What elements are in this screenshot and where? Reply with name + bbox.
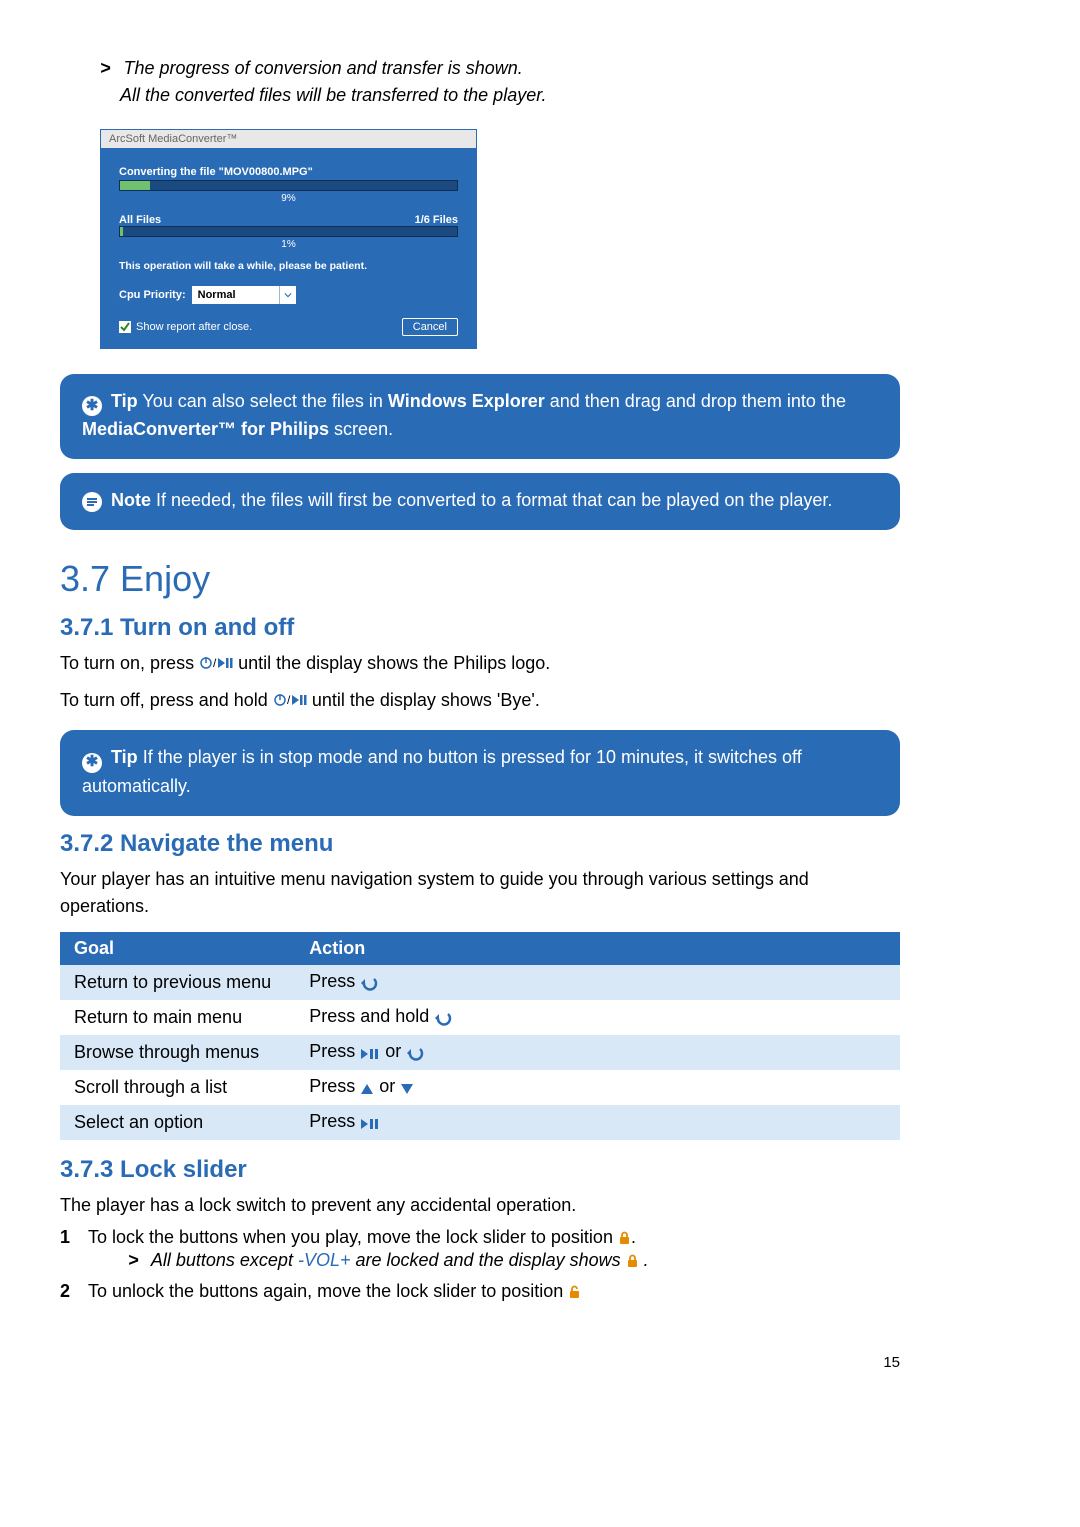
table-row: Scroll through a list Press or — [60, 1070, 900, 1105]
chevron-down-icon — [279, 286, 296, 304]
patience-text: This operation will take a while, please… — [119, 260, 458, 272]
step1-sub-post: are locked and the display shows — [350, 1250, 625, 1270]
section-3-7-title: 3.7 Enjoy — [60, 558, 900, 600]
back-icon — [360, 973, 380, 994]
down-icon — [400, 1078, 414, 1099]
lock-steps: 1 To lock the buttons when you play, mov… — [60, 1227, 900, 1304]
turn-on-post: until the display shows the Philips logo… — [238, 653, 550, 673]
tip1-t1: You can also select the files in — [142, 391, 388, 411]
step1-text: To lock the buttons when you play, move … — [88, 1227, 618, 1247]
tip-callout-2: ✱ Tip If the player is in stop mode and … — [60, 730, 900, 815]
cpu-priority-value: Normal — [198, 289, 236, 301]
action-cell: Press — [295, 965, 900, 1000]
tip1-b2: MediaConverter™ for Philips — [82, 419, 329, 439]
all-files-count: 1/6 Files — [415, 214, 458, 226]
intro-block: > The progress of conversion and transfe… — [100, 55, 900, 109]
intro-line2: All the converted files will be transfer… — [120, 85, 547, 105]
checkbox-icon — [119, 321, 131, 333]
cpu-priority-select[interactable]: Normal — [192, 286, 296, 304]
step1-sub-pre: All buttons except — [151, 1250, 298, 1270]
section-3-7-1-title: 3.7.1 Turn on and off — [60, 614, 900, 642]
lock-intro: The player has a lock switch to prevent … — [60, 1192, 900, 1219]
tip-lead: Tip — [111, 391, 138, 411]
dialog-titlebar: ArcSoft MediaConverter™ — [101, 130, 476, 148]
turn-on-pre: To turn on, press — [60, 653, 199, 673]
page-number: 15 — [60, 1354, 900, 1371]
note-lead: Note — [111, 490, 151, 510]
col-action: Action — [295, 932, 900, 965]
turn-on-line: To turn on, press / until the display sh… — [60, 650, 900, 679]
section-3-7-3-title: 3.7.3 Lock slider — [60, 1156, 900, 1184]
back-icon — [434, 1008, 454, 1029]
action-cell: Press or — [295, 1070, 900, 1105]
step-number: 1 — [60, 1227, 74, 1248]
goal-cell: Return to main menu — [60, 1000, 295, 1035]
playpause-icon — [360, 1113, 380, 1134]
svg-text:/: / — [287, 693, 291, 707]
intro-line1: The progress of conversion and transfer … — [124, 58, 523, 78]
tip2-lead: Tip — [111, 747, 138, 767]
tip-icon: ✱ — [82, 396, 102, 416]
note-icon — [82, 492, 102, 512]
converting-pct: 9% — [119, 193, 458, 204]
step-number: 2 — [60, 1281, 74, 1302]
show-report-checkbox[interactable]: Show report after close. — [119, 321, 252, 333]
power-playpause-icon: / — [199, 652, 233, 679]
navigation-table: Goal Action Return to previous menu Pres… — [60, 932, 900, 1140]
tip2-text: If the player is in stop mode and no but… — [82, 747, 802, 795]
cpu-priority-label: Cpu Priority: — [119, 289, 186, 301]
step2-text: To unlock the buttons again, move the lo… — [88, 1281, 568, 1301]
converting-progressbar — [119, 180, 458, 191]
tip1-t2: and then drag and drop them into the — [545, 391, 846, 411]
back-icon — [406, 1043, 426, 1064]
turn-off-pre: To turn off, press and hold — [60, 690, 273, 710]
converting-label: Converting the file "MOV00800.MPG" — [119, 166, 458, 178]
turn-off-line: To turn off, press and hold / until the … — [60, 687, 900, 716]
goal-cell: Browse through menus — [60, 1035, 295, 1070]
table-row: Select an option Press — [60, 1105, 900, 1140]
playpause-icon — [360, 1043, 380, 1064]
section-3-7-2-title: 3.7.2 Navigate the menu — [60, 830, 900, 858]
show-report-label: Show report after close. — [136, 321, 252, 333]
tip1-t3: screen. — [329, 419, 393, 439]
navigate-intro: Your player has an intuitive menu naviga… — [60, 866, 900, 920]
power-playpause-icon: / — [273, 689, 307, 716]
col-goal: Goal — [60, 932, 295, 965]
table-row: Browse through menus Press or — [60, 1035, 900, 1070]
greater-than-icon: > — [128, 1250, 139, 1270]
goal-cell: Return to previous menu — [60, 965, 295, 1000]
mediaconverter-dialog: ArcSoft MediaConverter™ Converting the f… — [100, 129, 477, 349]
all-files-label: All Files — [119, 214, 161, 226]
cancel-button[interactable]: Cancel — [402, 318, 458, 336]
svg-text:/: / — [213, 656, 217, 670]
action-cell: Press — [295, 1105, 900, 1140]
tip-callout-1: ✱ Tip You can also select the files in W… — [60, 374, 900, 459]
vol-label: -VOL+ — [298, 1250, 351, 1270]
tip-icon: ✱ — [82, 753, 102, 773]
all-files-progressbar — [119, 226, 458, 237]
action-cell: Press or — [295, 1035, 900, 1070]
tip1-b1: Windows Explorer — [388, 391, 545, 411]
goal-cell: Scroll through a list — [60, 1070, 295, 1105]
up-icon — [360, 1078, 374, 1099]
note-text: If needed, the files will first be conve… — [151, 490, 832, 510]
all-files-pct: 1% — [119, 239, 458, 250]
turn-off-post: until the display shows 'Bye'. — [312, 690, 540, 710]
action-cell: Press and hold — [295, 1000, 900, 1035]
goal-cell: Select an option — [60, 1105, 295, 1140]
table-row: Return to previous menu Press — [60, 965, 900, 1000]
greater-than-icon: > — [100, 58, 111, 78]
lock-display-icon — [626, 1252, 639, 1273]
lock-closed-icon — [618, 1229, 631, 1250]
table-row: Return to main menu Press and hold — [60, 1000, 900, 1035]
lock-open-icon — [568, 1283, 581, 1304]
note-callout: Note If needed, the files will first be … — [60, 473, 900, 530]
